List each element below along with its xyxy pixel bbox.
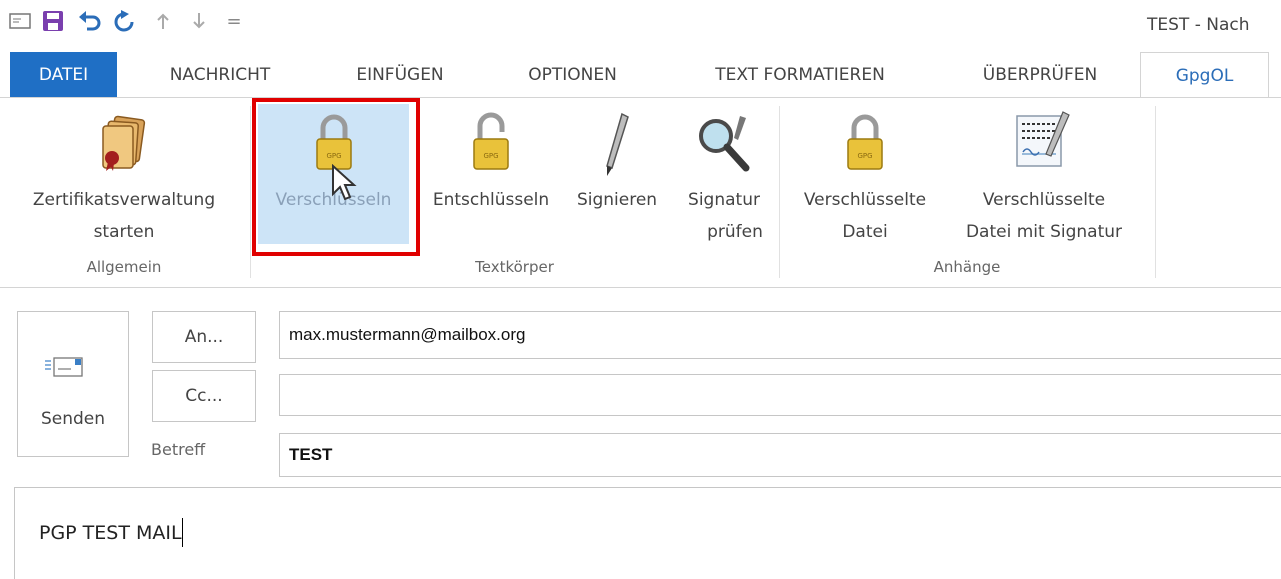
text-caret	[181, 518, 183, 547]
cert-manager-label-2: starten	[93, 222, 155, 242]
group-label-allgemein: Allgemein	[86, 258, 162, 276]
gpg-lock-label: GPG	[857, 152, 872, 160]
tab-nachricht[interactable]: NACHRICHT	[140, 52, 300, 98]
tab-optionen[interactable]: OPTIONEN	[500, 52, 645, 98]
ribbon-tabs: DATEI NACHRICHT EINFÜGEN OPTIONEN TEXT F…	[0, 52, 1281, 98]
subject-field[interactable]: TEST	[279, 433, 1281, 477]
encrypted-signed-file-label-1: Verschlüsselte	[982, 190, 1106, 210]
send-label: Senden	[40, 409, 106, 429]
quick-access-toolbar: = TEST - Nach	[0, 0, 1281, 48]
undo-icon[interactable]	[77, 8, 103, 34]
gpg-lock-label: GPG	[483, 152, 498, 160]
to-button[interactable]: An...	[152, 311, 256, 363]
verify-signature-button[interactable]: Signatur prüfen	[671, 106, 777, 251]
group-label-anhaenge: Anhänge	[933, 258, 1001, 276]
send-button[interactable]: Senden	[17, 311, 129, 457]
encrypted-file-label-1: Verschlüsselte	[803, 190, 927, 210]
tab-einfuegen[interactable]: EINFÜGEN	[330, 52, 470, 98]
send-envelope-icon	[45, 355, 85, 383]
window-title: TEST - Nach	[1147, 15, 1250, 35]
certificate-scroll-icon	[98, 114, 150, 183]
encrypted-signed-file-label-2: Datei mit Signatur	[965, 222, 1123, 242]
cc-button[interactable]: Cc...	[152, 370, 256, 422]
tab-gpgol[interactable]: GpgOL	[1140, 52, 1269, 98]
ribbon-bottom-border	[0, 287, 1281, 288]
mail-icon[interactable]	[7, 8, 33, 34]
customize-icon[interactable]: =	[221, 8, 247, 34]
tab-text-formatieren[interactable]: TEXT FORMATIEREN	[675, 52, 925, 98]
tab-datei[interactable]: DATEI	[10, 52, 117, 98]
to-field[interactable]: max.mustermann@mailbox.org	[279, 311, 1281, 359]
signed-document-icon	[1011, 110, 1077, 183]
sign-label: Signieren	[576, 190, 658, 210]
decrypt-button[interactable]: GPG Entschlüsseln	[421, 106, 561, 246]
ribbon-gpgol: Zertifikatsverwaltung starten GPG Versch…	[0, 98, 1281, 288]
cc-field[interactable]	[279, 374, 1281, 416]
cert-manager-button[interactable]: Zertifikatsverwaltung starten	[0, 106, 248, 251]
group-separator	[250, 106, 251, 278]
pen-icon	[602, 112, 632, 189]
group-separator	[779, 106, 780, 278]
message-body[interactable]: PGP TEST MAIL	[14, 487, 1281, 579]
cert-manager-label-1: Zertifikatsverwaltung	[32, 190, 216, 210]
magnifier-icon	[694, 112, 754, 185]
up-arrow-icon[interactable]	[150, 8, 176, 34]
tab-ueberpruefen[interactable]: ÜBERPRÜFEN	[955, 52, 1125, 98]
verify-label-1: Signatur	[688, 190, 760, 210]
encrypted-signed-file-button[interactable]: Verschlüsselte Datei mit Signatur	[944, 106, 1144, 251]
body-text-content: PGP TEST MAIL	[39, 522, 182, 544]
group-separator	[1155, 106, 1156, 278]
down-arrow-icon[interactable]	[186, 8, 212, 34]
message-body-text: PGP TEST MAIL	[39, 518, 183, 547]
annotation-highlight-frame	[252, 98, 420, 256]
encrypted-file-button[interactable]: GPG Verschlüsselte Datei	[787, 106, 943, 251]
redo-icon[interactable]	[111, 8, 137, 34]
group-label-textkoerper: Textkörper	[475, 258, 554, 276]
padlock-icon: GPG	[845, 112, 885, 183]
open-padlock-icon: GPG	[471, 112, 511, 183]
verify-label-2: prüfen	[707, 222, 763, 242]
encrypted-file-label-2: Datei	[842, 222, 888, 242]
subject-label: Betreff	[151, 440, 206, 459]
decrypt-label: Entschlüsseln	[432, 190, 550, 210]
sign-button[interactable]: Signieren	[563, 106, 671, 246]
save-icon[interactable]	[40, 8, 66, 34]
